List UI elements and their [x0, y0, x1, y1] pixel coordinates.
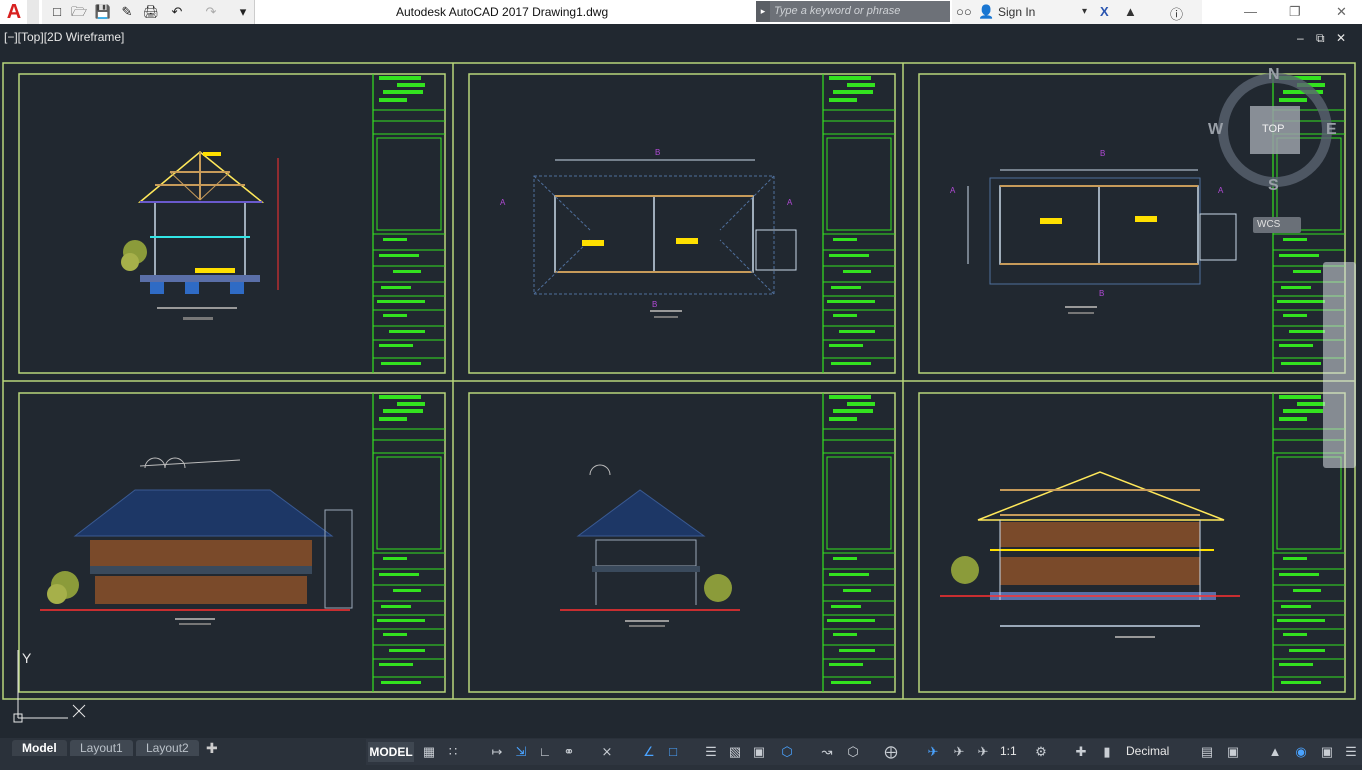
- svg-text:B: B: [1100, 149, 1105, 158]
- viewcube-top-face[interactable]: TOP: [1262, 123, 1284, 135]
- units-icon: ▮: [1103, 744, 1111, 759]
- viewcube-west-label[interactable]: W: [1208, 121, 1223, 139]
- viewcube-east-label[interactable]: E: [1326, 121, 1337, 139]
- undo-icon[interactable]: ↶: [168, 3, 186, 21]
- svg-text:A: A: [787, 198, 793, 207]
- annotation-monitor-icon[interactable]: ✚: [1072, 743, 1090, 761]
- svg-text:B: B: [655, 148, 660, 157]
- navigation-bar[interactable]: [1323, 262, 1356, 468]
- tab-model[interactable]: Model: [12, 740, 67, 756]
- binoculars-icon[interactable]: ○○: [956, 4, 972, 19]
- chevron-down-icon[interactable]: [27, 0, 39, 24]
- snap-icon[interactable]: ∷: [444, 743, 462, 761]
- sheet4-elevation: [40, 457, 353, 625]
- search-box[interactable]: ▸ Type a keyword or phrase: [756, 1, 950, 22]
- drawing-sheet-1[interactable]: [18, 73, 446, 374]
- object-snap-tracking-icon[interactable]: ∠: [640, 743, 658, 761]
- sheet5-elevation: [560, 464, 740, 627]
- title-block: [823, 395, 895, 684]
- drawing-sheet-2[interactable]: [468, 73, 896, 374]
- svg-text:A: A: [500, 198, 506, 207]
- tab-layout2[interactable]: Layout2: [136, 740, 199, 756]
- sheet2-floor-plan: B B A A: [500, 148, 797, 318]
- drawing-canvas[interactable]: B B A A B B A A: [0, 0, 1362, 770]
- restore-icon[interactable]: ❐: [1289, 4, 1301, 20]
- exchange-apps-icon[interactable]: X: [1100, 4, 1109, 19]
- redo-icon[interactable]: ↷: [202, 3, 220, 21]
- sheet3-floor-plan: B B A A: [950, 149, 1237, 314]
- object-snap-icon[interactable]: □: [664, 743, 682, 761]
- ucs-y-label: Y: [22, 650, 32, 666]
- isolate-objects-icon[interactable]: ▲: [1266, 743, 1284, 761]
- customize-qat-icon[interactable]: ▾: [234, 3, 252, 21]
- autocad-logo-icon: A: [6, 1, 22, 23]
- infer-constraints-icon[interactable]: ↦: [488, 743, 506, 761]
- window-title: Autodesk AutoCAD 2017 Drawing1.dwg: [396, 5, 609, 19]
- sign-in-link[interactable]: Sign In: [998, 5, 1035, 19]
- close-icon[interactable]: ✕: [1336, 4, 1347, 20]
- viewcube-south-label[interactable]: S: [1268, 177, 1279, 195]
- viewcube-north-label[interactable]: N: [1268, 66, 1280, 84]
- a360-icon[interactable]: ▲: [1124, 4, 1137, 19]
- drawing-sheet-5[interactable]: [468, 392, 896, 693]
- selection-filter-icon[interactable]: ⬡: [844, 743, 862, 761]
- sheet1-section-drawing: [121, 151, 279, 320]
- viewport-close-icon[interactable]: ✕: [1336, 31, 1346, 45]
- search-input[interactable]: Type a keyword or phrase: [772, 3, 950, 20]
- customization-menu-icon[interactable]: ☰: [1342, 743, 1360, 761]
- workspace-gear-icon[interactable]: ⚙: [1032, 743, 1050, 761]
- viewport-label[interactable]: [−][Top][2D Wireframe]: [4, 30, 124, 44]
- save-icon[interactable]: 💾: [94, 3, 112, 21]
- title-bar: A □ 🗁 💾 ✎ 🖨 ↶ ↷ ▾ Autodesk AutoCAD 2017 …: [0, 0, 1362, 24]
- infocenter: ○○ 👤 Sign In ▾ X ▲ ⓘ: [952, 0, 1202, 24]
- hardware-acceleration-icon[interactable]: ◉: [1292, 743, 1310, 761]
- viewport-minimize-icon[interactable]: ‒: [1297, 31, 1304, 45]
- save-as-icon[interactable]: ✎: [118, 3, 136, 21]
- svg-text:B: B: [1099, 289, 1104, 298]
- open-file-icon[interactable]: 🗁: [70, 3, 88, 21]
- title-block: [373, 76, 445, 365]
- sign-in-dropdown-icon[interactable]: ▾: [1082, 6, 1087, 17]
- sheet6-section: [940, 471, 1240, 638]
- title-block: [823, 76, 895, 365]
- svg-text:B: B: [652, 300, 657, 309]
- help-icon[interactable]: ⓘ: [1170, 4, 1183, 23]
- polar-tracking-icon[interactable]: ⚭: [560, 743, 578, 761]
- svg-text:A: A: [1218, 186, 1224, 195]
- ortho-icon[interactable]: ∟: [536, 743, 554, 761]
- plot-icon[interactable]: 🖨: [142, 3, 160, 21]
- units-dropdown[interactable]: Decimal: [1126, 744, 1169, 758]
- svg-text:A: A: [950, 186, 956, 195]
- minimize-icon[interactable]: —: [1244, 4, 1257, 19]
- status-bar: MODEL ▦ ∷ ↦ ⇲ ∟ ⚭ ⨯ ∠ □ ☰ ▧ ▣ ⬡ ↝ ⬡ ⨁ ✈ …: [366, 739, 1362, 765]
- auto-scale-icon[interactable]: ✈: [950, 743, 968, 761]
- tab-layout1[interactable]: Layout1: [70, 740, 133, 756]
- selection-cycling-icon[interactable]: ▣: [750, 743, 768, 761]
- annotation-scale-icon[interactable]: ✈: [974, 743, 992, 761]
- lineweight-icon[interactable]: ☰: [702, 743, 720, 761]
- quick-access-toolbar: □ 🗁 💾 ✎ 🖨 ↶ ↷ ▾: [42, 0, 255, 24]
- search-expand-icon[interactable]: ▸: [756, 1, 770, 22]
- annotation-visibility-icon[interactable]: ✈: [924, 743, 942, 761]
- quick-properties-icon[interactable]: ▤: [1198, 743, 1216, 761]
- wcs-button[interactable]: WCS: [1253, 217, 1301, 233]
- isometric-drafting-icon[interactable]: ⨯: [598, 743, 616, 761]
- title-block: [373, 395, 445, 684]
- clean-screen-icon[interactable]: ▣: [1318, 743, 1336, 761]
- grid-icon[interactable]: ▦: [420, 743, 438, 761]
- new-file-icon[interactable]: □: [48, 3, 66, 21]
- add-layout-icon[interactable]: ✚: [206, 740, 218, 757]
- lock-ui-icon[interactable]: ▣: [1224, 743, 1242, 761]
- user-icon[interactable]: 👤: [978, 4, 994, 20]
- application-menu-button[interactable]: A: [0, 0, 40, 24]
- model-space-button[interactable]: MODEL: [368, 742, 414, 762]
- dynamic-input-icon[interactable]: ⇲: [512, 743, 530, 761]
- 3d-object-snap-icon[interactable]: ⬡: [778, 743, 796, 761]
- gizmo-icon[interactable]: ⨁: [882, 743, 900, 761]
- viewport-restore-icon[interactable]: ⧉: [1316, 31, 1325, 46]
- dynamic-ucs-icon[interactable]: ↝: [818, 743, 836, 761]
- annotation-scale-value[interactable]: 1:1: [1000, 744, 1017, 758]
- transparency-icon[interactable]: ▧: [726, 743, 744, 761]
